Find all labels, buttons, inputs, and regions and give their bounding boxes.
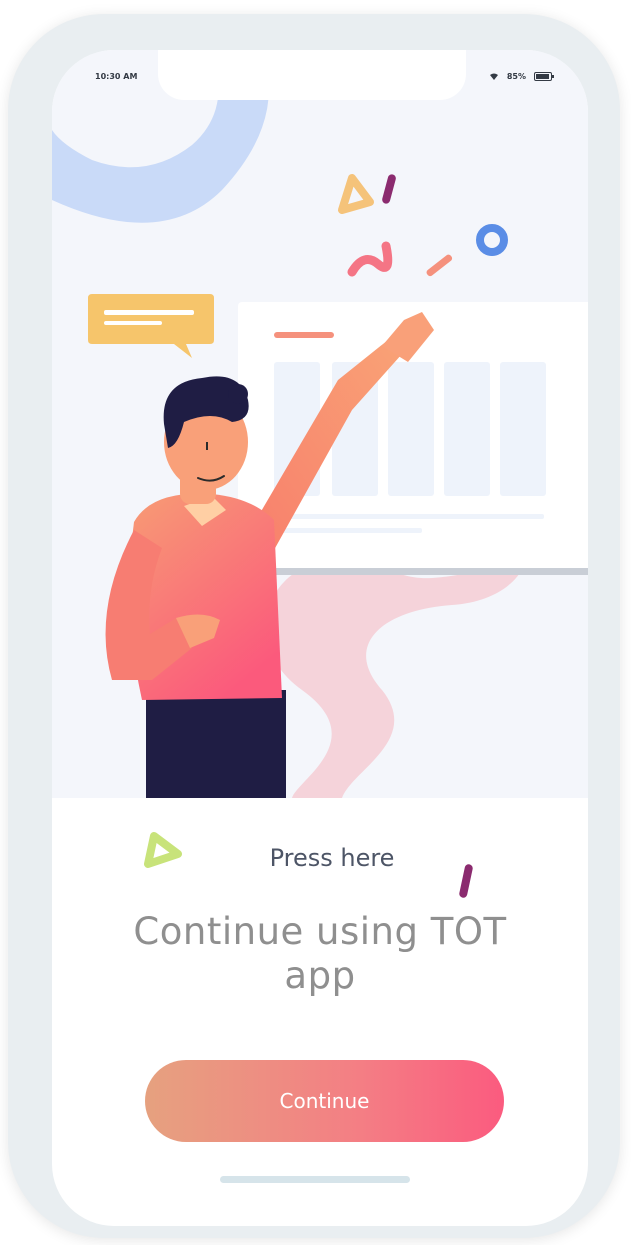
headline: Continue using TOT app (52, 910, 588, 998)
battery-percent: 85% (506, 72, 526, 81)
screen-notch (158, 50, 466, 100)
home-indicator[interactable] (220, 1176, 410, 1183)
status-time: 10:30 AM (95, 72, 138, 81)
headline-line-1: Continue using TOT (133, 910, 507, 953)
app-screen: 10:30 AM 85% Press here Continue using T… (52, 50, 588, 1226)
headline-line-2: app (284, 954, 356, 997)
hero-illustration: 10:30 AM 85% (52, 50, 588, 798)
phone-frame: 10:30 AM 85% Press here Continue using T… (8, 14, 620, 1238)
press-here-text[interactable]: Press here (122, 844, 542, 872)
continue-button[interactable]: Continue (145, 1060, 504, 1142)
welcome-illustration (52, 50, 588, 798)
battery-icon (534, 72, 554, 81)
status-right-group: 85% (489, 72, 554, 81)
wifi-icon (489, 73, 499, 81)
